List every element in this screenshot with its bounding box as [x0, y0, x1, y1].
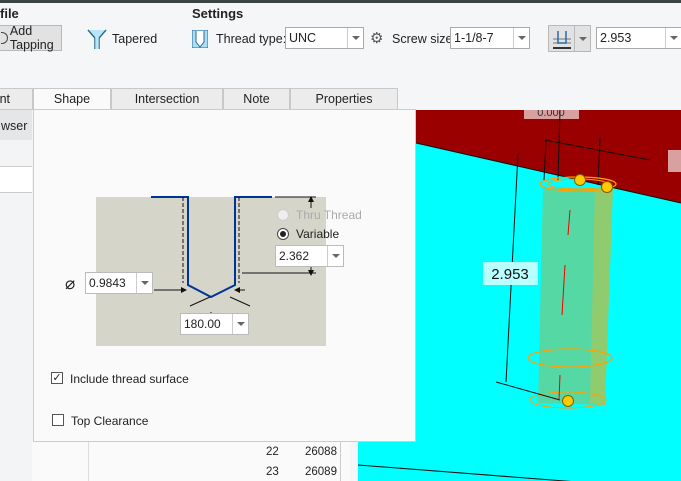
- settings-group-label: Settings: [192, 6, 244, 21]
- thread-icon: [191, 29, 209, 49]
- thread-type-select[interactable]: UNC: [285, 27, 364, 49]
- screw-size-select[interactable]: 1-1/8-7: [450, 27, 530, 49]
- tab-properties[interactable]: Properties: [290, 88, 398, 110]
- browser-row[interactable]: [0, 140, 32, 167]
- row-number: 23: [266, 466, 279, 478]
- divider: [340, 442, 341, 481]
- top-dimension-text: 0.000: [537, 110, 565, 119]
- plus-circle-icon: [1, 32, 8, 44]
- screw-icon: ⚙: [370, 30, 384, 47]
- diameter-input[interactable]: 0.9843: [85, 272, 153, 294]
- row-id: 26089: [305, 466, 337, 478]
- tab-intersection[interactable]: Intersection: [111, 88, 223, 110]
- divider: [88, 442, 89, 481]
- browser-area: [0, 193, 32, 481]
- tab-placement[interactable]: nt: [0, 88, 33, 110]
- browser-header: wser: [0, 110, 32, 140]
- thru-thread-radio[interactable]: [277, 209, 289, 221]
- screw-size-label: Screw size:: [392, 32, 456, 46]
- row-number: 22: [266, 446, 279, 458]
- add-tapping-button[interactable]: Add Tapping: [0, 24, 62, 52]
- depth-option-button[interactable]: [548, 25, 591, 52]
- profile-group-label: file: [0, 6, 19, 21]
- blind-depth-icon: [553, 30, 571, 49]
- chevron-down-icon: [665, 28, 681, 48]
- row-id: 26088: [305, 446, 337, 458]
- chevron-down-icon: [327, 246, 343, 266]
- include-thread-surface-label: Include thread surface: [70, 372, 189, 386]
- chevron-down-icon: [347, 28, 363, 48]
- tapered-label[interactable]: Tapered: [112, 32, 157, 46]
- thru-thread-label: Thru Thread: [296, 208, 362, 222]
- variable-label: Variable: [296, 227, 340, 241]
- drag-handle[interactable]: [601, 181, 613, 193]
- top-clearance-label: Top Clearance: [71, 414, 149, 428]
- chevron-down-icon: [136, 273, 152, 293]
- chevron-down-icon: [574, 26, 590, 51]
- depth-dimension-text: 2.953: [491, 266, 529, 283]
- tab-note[interactable]: Note: [223, 88, 290, 110]
- depth-input[interactable]: 2.362: [275, 245, 344, 267]
- tapered-icon[interactable]: [87, 28, 107, 50]
- variable-radio[interactable]: [277, 228, 289, 240]
- tab-shape[interactable]: Shape: [33, 88, 111, 110]
- diameter-icon: ⌀: [65, 274, 76, 293]
- drag-handle[interactable]: [562, 395, 574, 407]
- chevron-down-icon: [513, 28, 529, 48]
- angle-input[interactable]: 180.00: [180, 313, 249, 335]
- table-area: [32, 442, 350, 481]
- depth-value-input[interactable]: 2.953: [596, 27, 681, 49]
- chevron-down-icon: [232, 314, 248, 334]
- browser-row[interactable]: [0, 167, 32, 193]
- top-clearance-checkbox[interactable]: [52, 414, 64, 426]
- drag-handle[interactable]: [574, 174, 586, 186]
- include-thread-surface-checkbox[interactable]: ✓: [51, 372, 63, 384]
- thread-type-label: Thread type:: [216, 32, 287, 46]
